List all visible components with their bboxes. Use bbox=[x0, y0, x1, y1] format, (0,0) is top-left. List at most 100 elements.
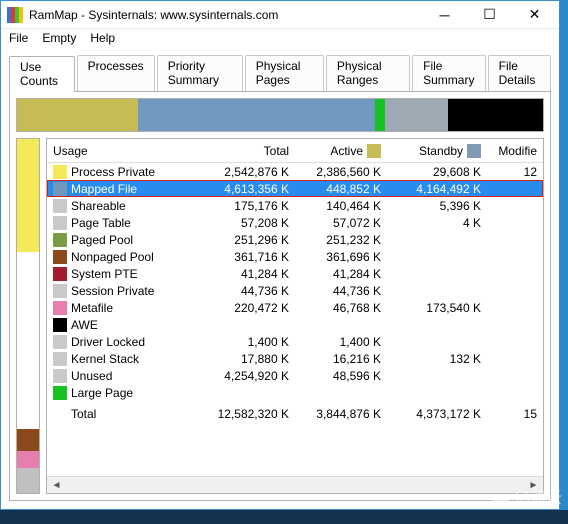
standby-swatch-icon bbox=[467, 144, 481, 158]
row-standby bbox=[387, 289, 487, 293]
row-modified: 12 bbox=[487, 163, 543, 181]
col-active-label: Active bbox=[330, 144, 363, 158]
table-row[interactable]: Session Private44,736 K44,736 K bbox=[47, 282, 543, 299]
table-row[interactable]: Large Page bbox=[47, 384, 543, 401]
row-modified: 15 bbox=[487, 405, 543, 423]
scroll-left-icon[interactable]: ◄ bbox=[49, 480, 64, 491]
row-modified bbox=[487, 340, 543, 344]
row-swatch-icon bbox=[53, 199, 67, 213]
row-total: 175,176 K bbox=[171, 197, 295, 215]
row-name: Metafile bbox=[71, 301, 113, 315]
body-row: Usage Total Active Standby Modifie Proce… bbox=[16, 138, 544, 494]
app-window: RamMap - Sysinternals: www.sysinternals.… bbox=[0, 0, 560, 510]
col-total[interactable]: Total bbox=[171, 142, 295, 160]
tab-priority-summary[interactable]: Priority Summary bbox=[157, 55, 243, 91]
row-swatch-icon bbox=[53, 352, 67, 366]
cloud-icon: ☁ bbox=[490, 483, 510, 508]
row-standby: 4 K bbox=[387, 214, 487, 232]
row-total bbox=[171, 323, 295, 327]
tab-use-counts[interactable]: Use Counts bbox=[9, 56, 75, 92]
table-row[interactable]: Unused4,254,920 K48,596 K bbox=[47, 367, 543, 384]
row-total bbox=[171, 391, 295, 395]
row-total: 12,582,320 K bbox=[171, 405, 295, 423]
stackbar-segment bbox=[138, 99, 375, 131]
row-modified bbox=[487, 255, 543, 259]
table-row[interactable]: Paged Pool251,296 K251,232 K bbox=[47, 231, 543, 248]
tab-file-summary[interactable]: File Summary bbox=[412, 55, 486, 91]
col-modified[interactable]: Modifie bbox=[487, 142, 543, 160]
row-standby: 4,373,172 K bbox=[387, 405, 487, 423]
row-swatch-icon bbox=[53, 182, 67, 196]
table-header: Usage Total Active Standby Modifie bbox=[47, 139, 543, 163]
row-active bbox=[295, 391, 387, 395]
row-standby: 5,396 K bbox=[387, 197, 487, 215]
sidebar-segment bbox=[17, 451, 39, 469]
row-name: Unused bbox=[71, 369, 112, 383]
row-swatch-icon bbox=[53, 165, 67, 179]
row-active: 1,400 K bbox=[295, 333, 387, 351]
row-standby: 173,540 K bbox=[387, 299, 487, 317]
row-total: 41,284 K bbox=[171, 265, 295, 283]
row-total: 4,613,356 K bbox=[171, 180, 295, 198]
tab-file-details[interactable]: File Details bbox=[488, 55, 551, 91]
minimize-button[interactable]: ─ bbox=[422, 1, 467, 28]
row-active: 48,596 K bbox=[295, 367, 387, 385]
row-total: 220,472 K bbox=[171, 299, 295, 317]
row-swatch-icon bbox=[53, 318, 67, 332]
col-standby[interactable]: Standby bbox=[387, 142, 487, 160]
row-active: 361,696 K bbox=[295, 248, 387, 266]
row-active: 140,464 K bbox=[295, 197, 387, 215]
tab-physical-pages[interactable]: Physical Pages bbox=[245, 55, 324, 91]
table-row[interactable]: Total12,582,320 K3,844,876 K4,373,172 K1… bbox=[47, 405, 543, 422]
table-row[interactable]: Metafile220,472 K46,768 K173,540 K bbox=[47, 299, 543, 316]
table-row[interactable]: Driver Locked 1,400 K1,400 K bbox=[47, 333, 543, 350]
horizontal-scrollbar[interactable]: ◄ ► bbox=[47, 476, 543, 493]
table-row[interactable]: AWE bbox=[47, 316, 543, 333]
maximize-button[interactable]: ☐ bbox=[467, 1, 512, 28]
row-total: 44,736 K bbox=[171, 282, 295, 300]
sidebar-segment bbox=[17, 252, 39, 429]
taskbar[interactable] bbox=[0, 510, 568, 524]
row-name: Paged Pool bbox=[71, 233, 133, 247]
row-modified bbox=[487, 272, 543, 276]
col-usage[interactable]: Usage bbox=[47, 142, 171, 160]
row-modified bbox=[487, 306, 543, 310]
row-swatch-icon bbox=[53, 369, 67, 383]
tab-strip: Use Counts Processes Priority Summary Ph… bbox=[9, 55, 551, 91]
row-name: Session Private bbox=[71, 284, 154, 298]
menu-file[interactable]: File bbox=[9, 31, 28, 45]
row-standby bbox=[387, 272, 487, 276]
col-active[interactable]: Active bbox=[295, 142, 387, 160]
sidebar-usage-bar bbox=[16, 138, 40, 494]
table-row[interactable]: Mapped File4,613,356 K448,852 K4,164,492… bbox=[47, 180, 543, 197]
row-total: 17,880 K bbox=[171, 350, 295, 368]
table-row[interactable]: Process Private2,542,876 K2,386,560 K29,… bbox=[47, 163, 543, 180]
table-row[interactable]: Page Table57,208 K57,072 K4 K bbox=[47, 214, 543, 231]
close-button[interactable]: ✕ bbox=[512, 1, 557, 28]
menu-help[interactable]: Help bbox=[90, 31, 115, 45]
row-modified bbox=[487, 221, 543, 225]
row-name: Driver Locked bbox=[71, 335, 145, 349]
row-name: Shareable bbox=[71, 199, 126, 213]
row-total: 1,400 K bbox=[171, 333, 295, 351]
row-swatch-icon bbox=[53, 250, 67, 264]
stackbar-segment bbox=[385, 99, 448, 131]
client-area: Use Counts Processes Priority Summary Ph… bbox=[1, 49, 559, 509]
table-row[interactable]: Kernel Stack17,880 K16,216 K132 K bbox=[47, 350, 543, 367]
row-standby: 29,608 K bbox=[387, 163, 487, 181]
row-standby bbox=[387, 238, 487, 242]
menu-empty[interactable]: Empty bbox=[42, 31, 76, 45]
titlebar[interactable]: RamMap - Sysinternals: www.sysinternals.… bbox=[1, 1, 559, 29]
table-row[interactable]: System PTE41,284 K41,284 K bbox=[47, 265, 543, 282]
watermark-text: 亿速云 bbox=[514, 484, 562, 508]
row-active: 16,216 K bbox=[295, 350, 387, 368]
table-row[interactable]: Nonpaged Pool361,716 K361,696 K bbox=[47, 248, 543, 265]
table-row[interactable]: Shareable 175,176 K140,464 K5,396 K bbox=[47, 197, 543, 214]
row-active: 448,852 K bbox=[295, 180, 387, 198]
usage-table: Usage Total Active Standby Modifie Proce… bbox=[46, 138, 544, 494]
tab-physical-ranges[interactable]: Physical Ranges bbox=[326, 55, 410, 91]
row-standby: 4,164,492 K bbox=[387, 180, 487, 198]
col-standby-label: Standby bbox=[419, 144, 463, 158]
row-modified bbox=[487, 357, 543, 361]
tab-processes[interactable]: Processes bbox=[77, 55, 155, 91]
